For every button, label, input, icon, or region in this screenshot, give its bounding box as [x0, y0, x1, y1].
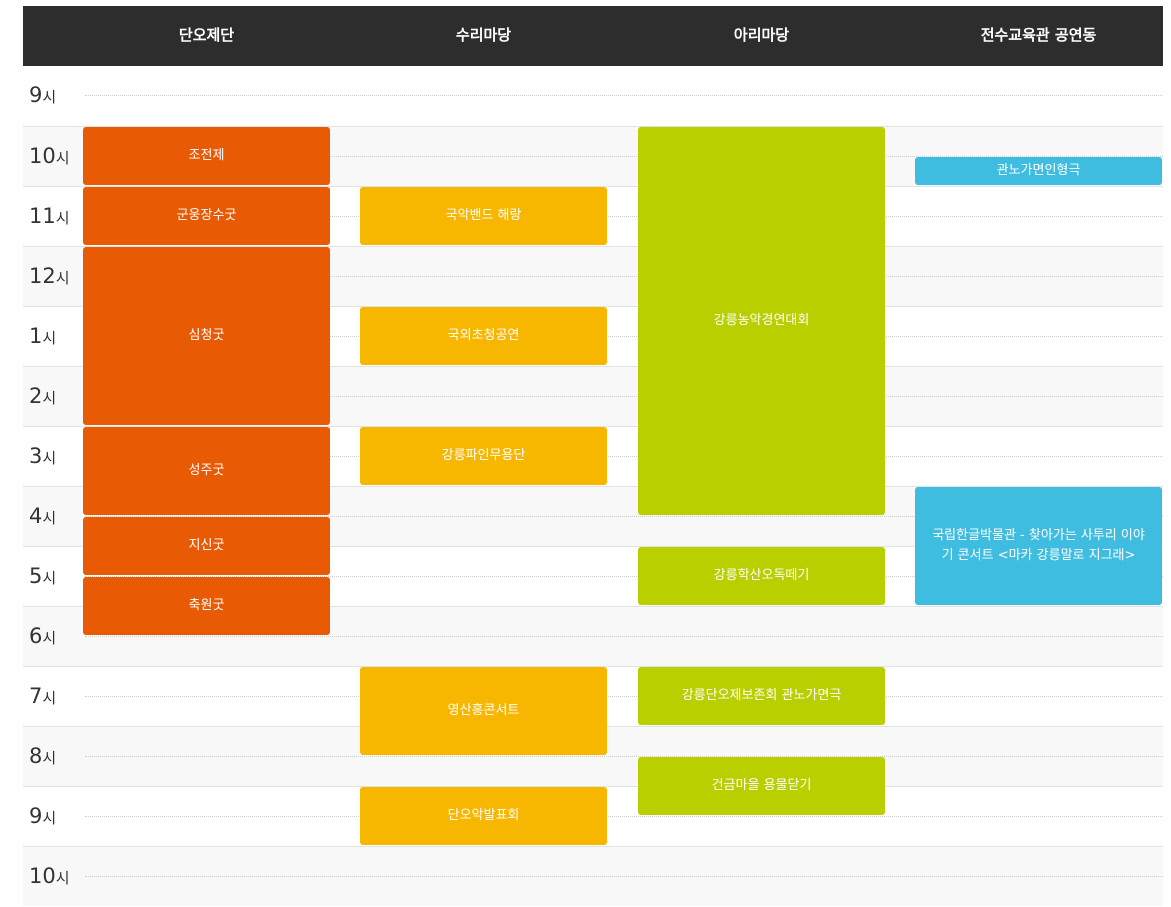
hour-row: 9시 — [23, 66, 1163, 126]
event-block[interactable]: 단오악발표회 — [360, 787, 607, 845]
hour-unit: 시 — [42, 329, 57, 347]
hour-unit: 시 — [42, 629, 57, 647]
venue-header: 단오제단 수리마당 아리마당 전수교육관 공연동 — [23, 6, 1163, 66]
hour-label: 7시 — [29, 667, 56, 727]
column-header-surimadang: 수리마당 — [455, 26, 512, 44]
hour-number: 10 — [29, 864, 56, 888]
hour-number: 8 — [29, 744, 43, 768]
hour-unit: 시 — [42, 809, 57, 827]
event-label: 강릉단오제보존회 관노가면극 — [681, 688, 842, 703]
event-block[interactable]: 국외초청공연 — [360, 307, 607, 365]
hour-number: 10 — [29, 144, 56, 168]
hour-unit: 시 — [55, 269, 70, 287]
hour-number: 9 — [29, 804, 43, 828]
hour-number: 9 — [29, 83, 43, 107]
event-label: 건금마을 용물닫기 — [711, 778, 812, 793]
dotted-guide — [85, 816, 1163, 817]
event-label: 성주굿 — [188, 463, 225, 478]
hour-number: 3 — [29, 444, 43, 468]
hour-label: 9시 — [29, 787, 56, 847]
hour-unit: 시 — [42, 569, 57, 587]
event-label: 군웅장수굿 — [176, 208, 237, 223]
event-block[interactable]: 성주굿 — [83, 427, 330, 515]
event-label: 영산홍콘서트 — [447, 703, 520, 718]
hour-number: 4 — [29, 504, 43, 528]
hour-label: 2시 — [29, 367, 56, 427]
column-header-jeonsu: 전수교육관 공연동 — [980, 26, 1097, 44]
hour-label: 10시 — [29, 127, 70, 187]
hour-unit: 시 — [42, 88, 57, 106]
hour-unit: 시 — [55, 149, 70, 167]
event-block[interactable]: 강릉단오제보존회 관노가면극 — [638, 667, 885, 725]
hour-number: 5 — [29, 564, 43, 588]
hour-label: 6시 — [29, 607, 56, 667]
hour-number: 11 — [29, 204, 56, 228]
event-label: 관노가면인형극 — [996, 163, 1081, 178]
event-label: 강릉농악경연대회 — [713, 313, 810, 328]
dotted-guide — [85, 636, 1163, 637]
event-label: 단오악발표회 — [447, 808, 520, 823]
event-label: 조전제 — [188, 148, 225, 163]
hour-number: 2 — [29, 384, 43, 408]
dotted-guide — [85, 696, 1163, 697]
hour-label: 1시 — [29, 307, 56, 367]
hour-unit: 시 — [55, 209, 70, 227]
column-header-arimadang: 아리마당 — [733, 26, 790, 44]
event-block[interactable]: 군웅장수굿 — [83, 187, 330, 245]
hour-label: 11시 — [29, 187, 70, 247]
event-label: 강릉학산오독떼기 — [713, 568, 810, 583]
hour-unit: 시 — [55, 869, 70, 887]
event-label: 축원굿 — [188, 598, 225, 613]
event-block[interactable]: 건금마을 용물닫기 — [638, 757, 885, 815]
hour-label: 9시 — [29, 66, 56, 126]
event-block[interactable]: 조전제 — [83, 127, 330, 185]
event-label: 심청굿 — [188, 328, 225, 343]
hour-number: 1 — [29, 324, 43, 348]
event-block[interactable]: 심청굿 — [83, 247, 330, 425]
hour-unit: 시 — [42, 449, 57, 467]
hour-unit: 시 — [42, 689, 57, 707]
hour-number: 7 — [29, 684, 43, 708]
hour-label: 10시 — [29, 847, 70, 907]
event-label: 국악밴드 해랑 — [445, 208, 522, 223]
event-label: 국외초청공연 — [447, 328, 520, 343]
event-block[interactable]: 지신굿 — [83, 517, 330, 575]
event-block[interactable]: 영산홍콘서트 — [360, 667, 607, 755]
hour-label: 4시 — [29, 487, 56, 547]
event-block[interactable]: 국악밴드 해랑 — [360, 187, 607, 245]
hour-unit: 시 — [42, 389, 57, 407]
column-header-danojedan: 단오제단 — [178, 26, 235, 44]
event-label: 지신굿 — [188, 538, 225, 553]
dotted-guide — [85, 876, 1163, 877]
event-label: 강릉파인무용단 — [441, 448, 526, 463]
hour-label: 12시 — [29, 247, 70, 307]
event-block[interactable]: 국립한글박물관 - 찾아가는 사투리 이야기 콘서트 <마카 강릉말로 지그래> — [915, 487, 1162, 605]
event-block[interactable]: 강릉학산오독떼기 — [638, 547, 885, 605]
hour-label: 5시 — [29, 547, 56, 607]
event-label: 국립한글박물관 - 찾아가는 사투리 이야기 콘서트 <마카 강릉말로 지그래> — [932, 528, 1145, 563]
hour-unit: 시 — [42, 509, 57, 527]
hour-label: 8시 — [29, 727, 56, 787]
dotted-guide — [85, 95, 1163, 96]
hour-number: 6 — [29, 624, 43, 648]
hour-row: 10시 — [23, 846, 1163, 906]
event-block[interactable]: 축원굿 — [83, 577, 330, 635]
event-block[interactable]: 강릉농악경연대회 — [638, 127, 885, 515]
dotted-guide — [85, 756, 1163, 757]
schedule-timetable: 단오제단 수리마당 아리마당 전수교육관 공연동 9시 10시 11시 12시 1시 2시… — [23, 6, 1163, 906]
hour-number: 12 — [29, 264, 56, 288]
hour-label: 3시 — [29, 427, 56, 487]
event-block[interactable]: 강릉파인무용단 — [360, 427, 607, 485]
event-block[interactable]: 관노가면인형극 — [915, 157, 1162, 185]
hour-unit: 시 — [42, 749, 57, 767]
